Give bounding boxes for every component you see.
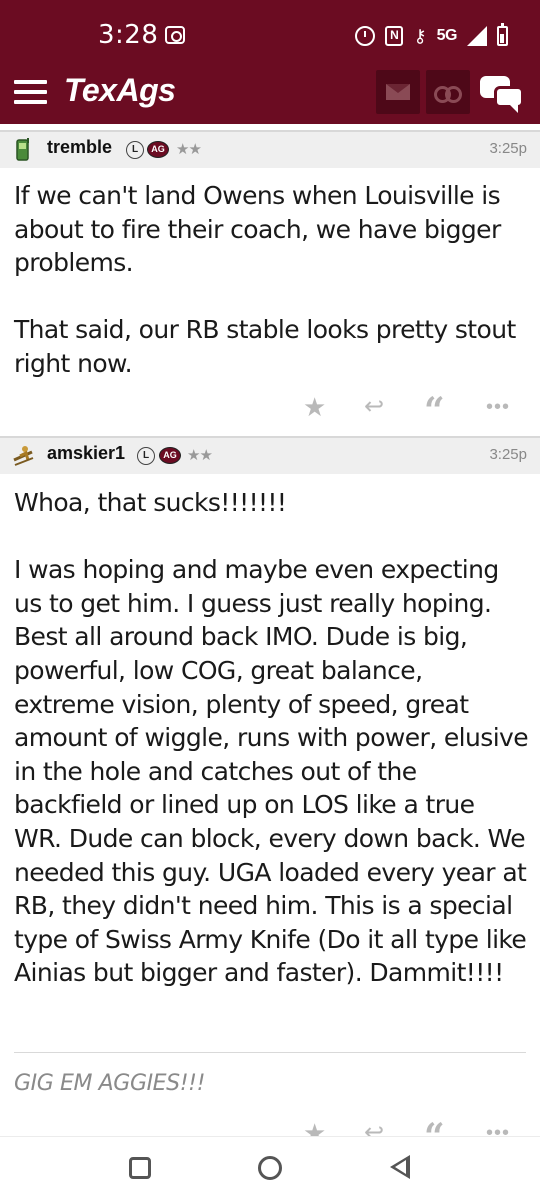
- lifetime-badge: L: [137, 447, 155, 465]
- post-signature: GIG EM AGGIES!!!: [14, 1071, 206, 1096]
- post-paragraph: I was hoping and maybe even expecting us…: [14, 555, 529, 988]
- messages-button[interactable]: [376, 70, 420, 114]
- post-body: Whoa, that sucks!!!!!!! I was hoping and…: [14, 486, 529, 990]
- network-label: 5G: [436, 27, 458, 44]
- texags-logo[interactable]: TexAgs: [64, 72, 176, 109]
- camera-icon: [165, 26, 185, 44]
- recents-icon[interactable]: [129, 1157, 151, 1179]
- post-header: amskier1 L AG ★★ 3:25p: [0, 436, 540, 474]
- app-bar: TexAgs: [0, 68, 540, 124]
- ag-badge: AG: [147, 141, 169, 158]
- app-header: 3:28 N ⚷ 5G TexAgs: [0, 0, 540, 124]
- post-header: tremble L AG ★★ 3:25p: [0, 130, 540, 168]
- alarm-icon: [355, 26, 376, 46]
- username[interactable]: amskier1: [47, 443, 125, 464]
- status-time: 3:28: [98, 20, 159, 50]
- battery-icon: [497, 23, 508, 46]
- post-actions: ★ ↩ “ •••: [296, 392, 526, 430]
- signature-divider: [14, 1052, 526, 1053]
- mail-icon: [386, 84, 410, 100]
- menu-icon[interactable]: [14, 80, 47, 104]
- post-paragraph: Whoa, that sucks!!!!!!!: [14, 488, 287, 517]
- ag-badge: AG: [159, 447, 181, 464]
- phone-icon: [16, 138, 29, 161]
- skier-icon: [13, 446, 34, 466]
- user-stars: ★★: [187, 447, 213, 464]
- user-stars: ★★: [176, 141, 202, 158]
- post-time: 3:25p: [489, 140, 527, 157]
- reply-icon[interactable]: ↩: [364, 392, 384, 422]
- more-icon[interactable]: •••: [486, 392, 510, 422]
- post-paragraph: That said, our RB stable looks pretty st…: [14, 315, 516, 378]
- chat-icon[interactable]: [480, 74, 526, 114]
- back-icon[interactable]: [390, 1155, 410, 1179]
- home-icon[interactable]: [258, 1156, 282, 1180]
- signal-icon: [467, 26, 487, 46]
- post-paragraph: If we can't land Owens when Louisville i…: [14, 181, 501, 278]
- lifetime-badge: L: [126, 141, 144, 159]
- quote-icon[interactable]: “: [424, 392, 445, 430]
- post-body: If we can't land Owens when Louisville i…: [14, 179, 528, 381]
- status-bar: 3:28 N ⚷ 5G: [0, 0, 540, 68]
- status-icons: N ⚷ 5G: [355, 22, 508, 50]
- binoculars-icon: [434, 84, 462, 103]
- system-nav-bar: [0, 1136, 540, 1200]
- star-icon[interactable]: ★: [303, 392, 326, 422]
- username[interactable]: tremble: [47, 137, 112, 158]
- post-time: 3:25p: [489, 446, 527, 463]
- nfc-icon: N: [385, 26, 404, 46]
- watchlist-button[interactable]: [426, 70, 470, 114]
- key-icon: ⚷: [413, 26, 427, 46]
